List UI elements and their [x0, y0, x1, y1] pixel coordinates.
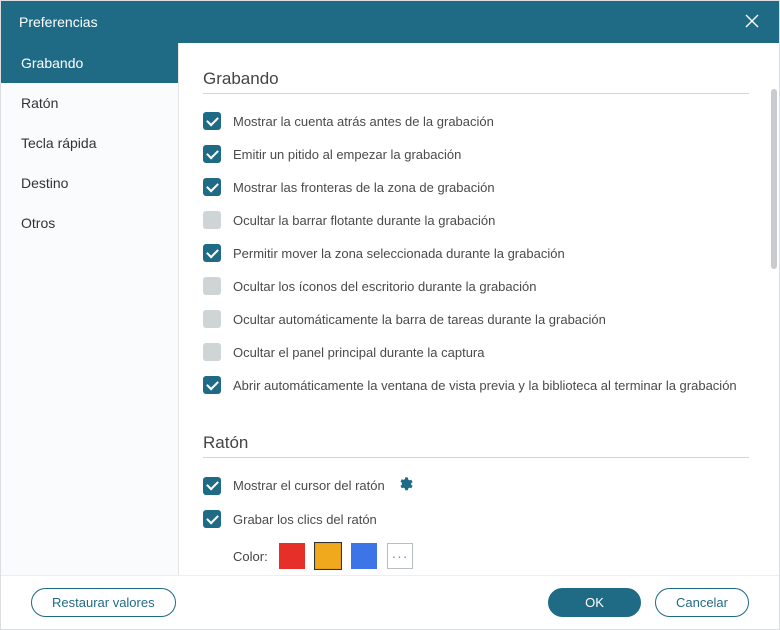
- option-hide-toolbar: Ocultar la barrar flotante durante la gr…: [203, 211, 749, 229]
- option-open-preview: Abrir automáticamente la ventana de vist…: [203, 376, 749, 394]
- option-label: Grabar los clics del ratón: [233, 512, 377, 527]
- option-label: Ocultar la barrar flotante durante la gr…: [233, 213, 495, 228]
- sidebar-item-otros[interactable]: Otros: [1, 203, 178, 243]
- close-icon[interactable]: [743, 12, 761, 33]
- option-label: Mostrar el cursor del ratón: [233, 478, 385, 493]
- sidebar-item-label: Grabando: [21, 55, 83, 71]
- color-swatch-more[interactable]: ···: [387, 543, 413, 569]
- option-hide-main-panel: Ocultar el panel principal durante la ca…: [203, 343, 749, 361]
- option-move-zone: Permitir mover la zona seleccionada dura…: [203, 244, 749, 262]
- color-swatch-blue[interactable]: [351, 543, 377, 569]
- checkbox[interactable]: [203, 343, 221, 361]
- option-label: Emitir un pitido al empezar la grabación: [233, 147, 461, 162]
- footer: Restaurar valores OK Cancelar: [1, 575, 779, 629]
- option-show-cursor: Mostrar el cursor del ratón: [203, 476, 749, 495]
- checkbox[interactable]: [203, 244, 221, 262]
- cancel-button[interactable]: Cancelar: [655, 588, 749, 617]
- section-title-raton: Ratón: [203, 433, 749, 458]
- sidebar-item-destino[interactable]: Destino: [1, 163, 178, 203]
- checkbox[interactable]: [203, 277, 221, 295]
- sidebar-item-raton[interactable]: Ratón: [1, 83, 178, 123]
- checkbox[interactable]: [203, 376, 221, 394]
- option-hide-taskbar: Ocultar automáticamente la barra de tare…: [203, 310, 749, 328]
- sidebar: Grabando Ratón Tecla rápida Destino Otro…: [1, 43, 179, 575]
- color-row: Color: ···: [233, 543, 749, 569]
- option-label: Mostrar la cuenta atrás antes de la grab…: [233, 114, 494, 129]
- checkbox[interactable]: [203, 310, 221, 328]
- sidebar-item-label: Otros: [21, 215, 55, 231]
- checkbox[interactable]: [203, 112, 221, 130]
- sidebar-item-grabando[interactable]: Grabando: [1, 43, 178, 83]
- color-label: Color:: [233, 549, 269, 564]
- gear-icon[interactable]: [397, 476, 413, 495]
- scrollbar[interactable]: [771, 89, 777, 269]
- option-label: Mostrar las fronteras de la zona de grab…: [233, 180, 495, 195]
- checkbox[interactable]: [203, 178, 221, 196]
- option-beep: Emitir un pitido al empezar la grabación: [203, 145, 749, 163]
- sidebar-item-label: Ratón: [21, 95, 58, 111]
- option-record-clicks: Grabar los clics del ratón: [203, 510, 749, 528]
- checkbox[interactable]: [203, 477, 221, 495]
- sidebar-item-label: Tecla rápida: [21, 135, 97, 151]
- checkbox[interactable]: [203, 510, 221, 528]
- option-label: Abrir automáticamente la ventana de vist…: [233, 378, 737, 393]
- checkbox[interactable]: [203, 145, 221, 163]
- option-label: Ocultar automáticamente la barra de tare…: [233, 312, 606, 327]
- sidebar-item-tecla-rapida[interactable]: Tecla rápida: [1, 123, 178, 163]
- checkbox[interactable]: [203, 211, 221, 229]
- section-title-grabando: Grabando: [203, 69, 749, 94]
- restore-button[interactable]: Restaurar valores: [31, 588, 176, 617]
- option-countdown: Mostrar la cuenta atrás antes de la grab…: [203, 112, 749, 130]
- option-show-borders: Mostrar las fronteras de la zona de grab…: [203, 178, 749, 196]
- sidebar-item-label: Destino: [21, 175, 68, 191]
- color-swatch-red[interactable]: [279, 543, 305, 569]
- color-swatch-yellow[interactable]: [315, 543, 341, 569]
- option-label: Ocultar el panel principal durante la ca…: [233, 345, 484, 360]
- option-label: Ocultar los íconos del escritorio durant…: [233, 279, 537, 294]
- window-title: Preferencias: [19, 14, 98, 30]
- option-hide-desktop-icons: Ocultar los íconos del escritorio durant…: [203, 277, 749, 295]
- ok-button[interactable]: OK: [548, 588, 641, 617]
- titlebar: Preferencias: [1, 1, 779, 43]
- option-label: Permitir mover la zona seleccionada dura…: [233, 246, 565, 261]
- content-panel: Grabando Mostrar la cuenta atrás antes d…: [179, 43, 779, 575]
